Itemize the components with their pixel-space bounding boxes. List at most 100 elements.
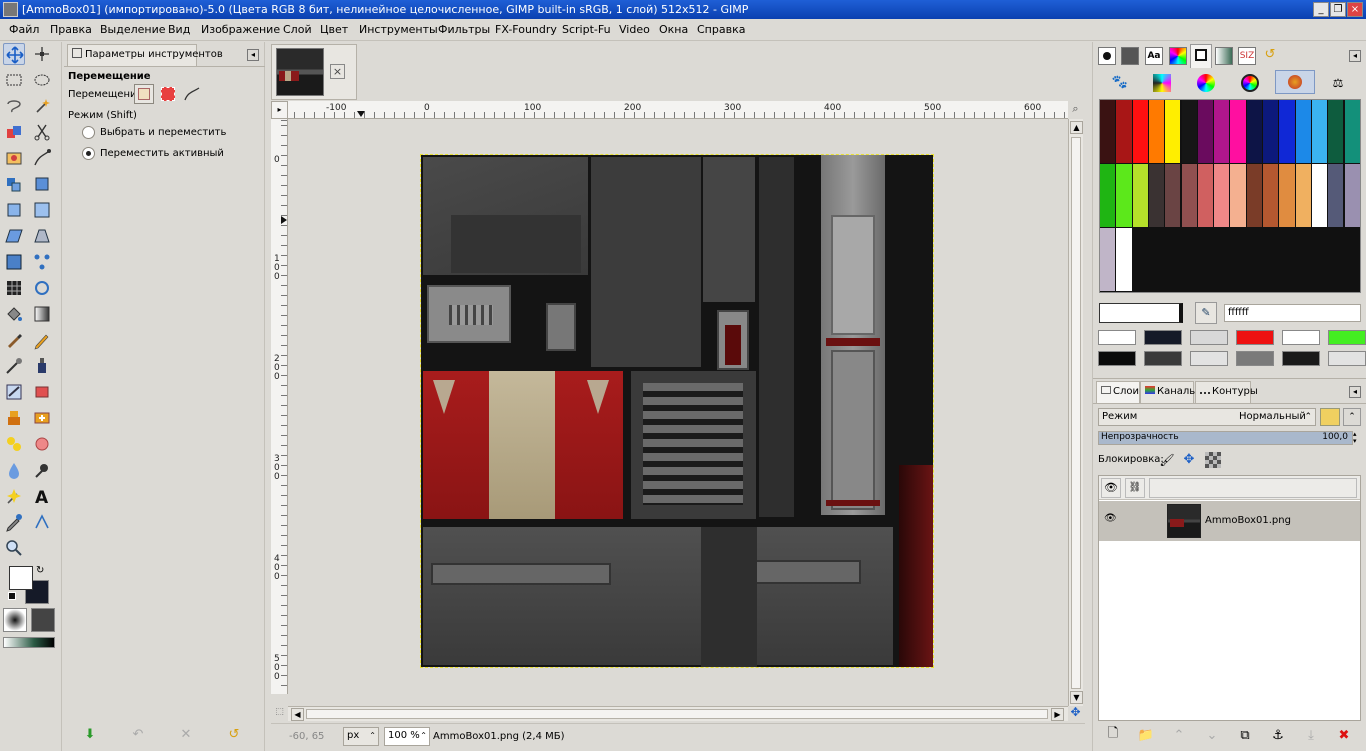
dodge-burn-icon[interactable]	[31, 459, 53, 481]
scroll-left-icon[interactable]: ◀	[291, 708, 304, 721]
zoom-tool-icon[interactable]	[3, 537, 25, 559]
gradient-preview-icon[interactable]	[3, 637, 55, 648]
palette-swatch[interactable]	[1263, 164, 1279, 227]
palette-swatch[interactable]	[1311, 100, 1328, 163]
layer-row[interactable]: 👁 AmmoBox01.png	[1099, 501, 1360, 541]
history-color-swatch[interactable]	[1144, 351, 1182, 366]
menu-image[interactable]: Изображение	[201, 23, 280, 36]
color-picker-icon[interactable]	[3, 485, 25, 507]
align-tool-icon[interactable]	[31, 43, 53, 65]
palette-swatch[interactable]	[1230, 100, 1246, 163]
palette-selector-icon[interactable]	[1275, 70, 1315, 94]
eyedropper-button[interactable]: ✎	[1195, 302, 1217, 324]
warp-transform-icon[interactable]	[31, 277, 53, 299]
gimp-selector-icon[interactable]: 🐾	[1109, 72, 1131, 94]
visibility-header-icon[interactable]: 👁	[1101, 478, 1121, 498]
merge-layer-icon[interactable]: ⤓	[1300, 724, 1322, 746]
canvas-area[interactable]	[288, 119, 1068, 694]
menu-fx-foundry[interactable]: FX-Foundry	[495, 23, 557, 36]
scroll-right-icon[interactable]: ▶	[1051, 708, 1064, 721]
move-path-button[interactable]	[182, 84, 202, 104]
radio-move-active[interactable]	[82, 147, 95, 160]
zoom-fit-icon[interactable]: ⌕	[1068, 102, 1083, 117]
history-color-swatch[interactable]	[1328, 351, 1366, 366]
cage-transform-icon[interactable]	[3, 277, 25, 299]
scroll-up-icon[interactable]: ▲	[1070, 121, 1083, 134]
panel-menu-icon[interactable]: ◂	[1349, 50, 1361, 62]
menu-view[interactable]: Вид	[168, 23, 190, 36]
menu-color[interactable]: Цвет	[320, 23, 348, 36]
palette-swatch[interactable]	[1100, 228, 1116, 291]
handle-transform-icon[interactable]	[31, 251, 53, 273]
mypaint-brush-icon[interactable]	[3, 381, 25, 403]
palettes-tab-icon[interactable]	[1169, 47, 1187, 65]
new-group-icon[interactable]: 📁	[1135, 724, 1157, 746]
brush-preview-icon[interactable]	[3, 608, 27, 632]
history-color-swatch[interactable]	[1098, 330, 1136, 345]
new-layer-icon[interactable]: 🗋	[1102, 724, 1124, 746]
menu-select[interactable]: Выделение	[100, 23, 166, 36]
palette-swatch[interactable]	[1214, 164, 1230, 227]
menu-windows[interactable]: Окна	[659, 23, 688, 36]
palette-swatch[interactable]	[1344, 100, 1360, 163]
opacity-slider[interactable]: Непрозрачность 100,0	[1098, 431, 1353, 445]
vertical-scrollbar[interactable]: ▲ ▼	[1068, 119, 1083, 706]
palette-swatch[interactable]	[1246, 164, 1262, 227]
lock-pixels-icon[interactable]: 🖌	[1157, 450, 1177, 470]
foreground-color-swatch[interactable]	[9, 566, 33, 590]
anchor-layer-icon[interactable]: ⚓	[1267, 724, 1289, 746]
horizontal-scroll-thumb[interactable]	[306, 709, 1048, 719]
panel-menu-icon[interactable]: ◂	[247, 49, 259, 61]
quick-mask-icon[interactable]: ⬚	[271, 706, 288, 721]
layer-visibility-icon[interactable]: 👁	[1104, 513, 1117, 524]
history-color-swatch[interactable]	[1236, 330, 1274, 345]
image-tab[interactable]: ×	[271, 44, 357, 100]
wheel-selector-icon[interactable]	[1197, 74, 1215, 92]
select-by-color-icon[interactable]	[3, 121, 25, 143]
bucket-fill-icon[interactable]	[3, 303, 25, 325]
pattern-preview-icon[interactable]	[31, 608, 55, 632]
save-options-icon[interactable]: ⬇	[79, 723, 101, 745]
lock-alpha-icon[interactable]	[1205, 452, 1221, 468]
scissors-icon[interactable]	[31, 121, 53, 143]
palette-swatch[interactable]	[1246, 100, 1262, 163]
palette-swatch[interactable]	[1197, 164, 1214, 227]
palette-swatch[interactable]	[1148, 164, 1165, 227]
palette-swatch[interactable]	[1100, 164, 1116, 227]
smudge-tool-icon[interactable]	[3, 459, 25, 481]
palette-swatch[interactable]	[1116, 100, 1132, 163]
palette-swatch[interactable]	[1295, 164, 1311, 227]
duplicate-layer-icon[interactable]: ⧉	[1234, 724, 1256, 746]
palette-swatch[interactable]	[1311, 164, 1328, 227]
undo-history-tab-icon[interactable]: ↺	[1261, 47, 1279, 65]
perspective-clone-icon[interactable]	[3, 433, 25, 455]
palette-swatch[interactable]	[1148, 100, 1165, 163]
brushes-tab-icon[interactable]	[1098, 47, 1116, 65]
palette-swatch[interactable]	[1279, 100, 1295, 163]
layer-mode-select[interactable]: Режим Нормальный ⌃	[1098, 408, 1316, 426]
panel-menu-icon[interactable]: ◂	[1349, 386, 1361, 398]
default-colors-icon[interactable]	[8, 592, 16, 600]
close-tab-icon[interactable]: ×	[330, 64, 345, 79]
shear-tool-icon[interactable]	[3, 225, 25, 247]
move-selection-button[interactable]	[158, 84, 178, 104]
triangle-selector-icon[interactable]	[1241, 74, 1259, 92]
palette-swatch[interactable]	[1214, 100, 1230, 163]
paintbrush-icon[interactable]	[3, 329, 25, 351]
mode-switch-button[interactable]: ⌃	[1343, 408, 1361, 426]
text-tool-icon[interactable]: A	[31, 485, 53, 508]
palette-swatch[interactable]	[1230, 164, 1246, 227]
menu-help[interactable]: Справка	[697, 23, 745, 36]
delete-options-icon[interactable]: ✕	[175, 723, 197, 745]
palette-swatch[interactable]	[1328, 100, 1344, 163]
palette-swatch[interactable]	[1279, 164, 1295, 227]
airbrush-icon[interactable]	[3, 355, 25, 377]
measure-tool-icon[interactable]	[31, 511, 53, 533]
history-color-swatch[interactable]	[1236, 351, 1274, 366]
patterns-tab-icon[interactable]	[1121, 47, 1139, 65]
unit-select[interactable]: px ⌃	[343, 727, 379, 746]
tab-paths[interactable]: Контуры	[1195, 381, 1258, 403]
history-color-swatch[interactable]	[1282, 351, 1320, 366]
horizontal-scrollbar[interactable]: ◀ ▶	[288, 706, 1068, 721]
gradients-tab-icon[interactable]	[1215, 47, 1233, 65]
